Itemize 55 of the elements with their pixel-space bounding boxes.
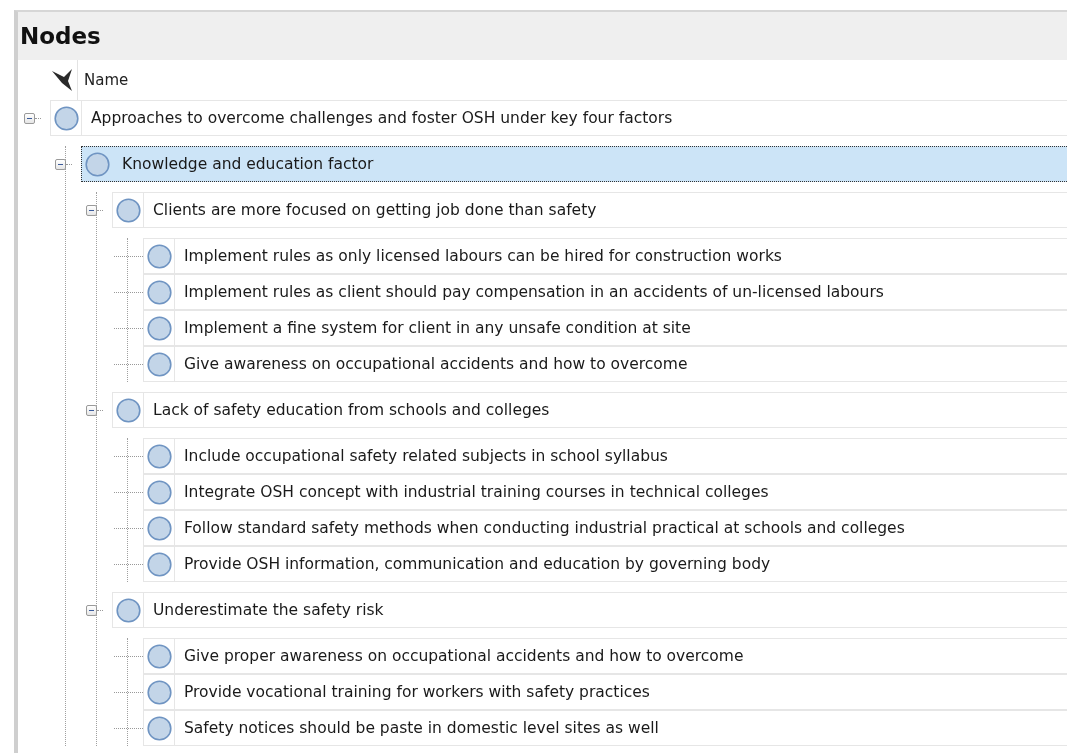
tree-row[interactable]: Follow standard safety methods when conducting industrial practical at schools and colleges xyxy=(143,510,1067,546)
tree-row[interactable]: Underestimate the safety risk xyxy=(112,592,1067,628)
node-label: Implement a fine system for client in any unsafe condition at site xyxy=(183,319,691,337)
node-icon xyxy=(146,515,172,541)
node-label: Integrate OSH concept with industrial training courses in technical colleges xyxy=(183,483,769,501)
tree-row[interactable]: Safety notices should be paste in domestic level sites as well xyxy=(143,710,1067,746)
node-icon xyxy=(115,597,141,623)
node-icon xyxy=(146,243,172,269)
node-label: Safety notices should be paste in domestic level sites as well xyxy=(183,719,659,737)
collapse-toggle[interactable] xyxy=(86,604,97,616)
node-icon xyxy=(53,105,79,131)
tree-row[interactable]: Implement rules as only licensed labours can be hired for construction works xyxy=(143,238,1067,274)
tree-row[interactable]: Approaches to overcome challenges and foster OSH under key four factors xyxy=(50,100,1067,136)
node-icon xyxy=(115,197,141,223)
node-label: Underestimate the safety risk xyxy=(152,601,384,619)
tree-row[interactable]: Include occupational safety related subjects in school syllabus xyxy=(143,438,1067,474)
node-icon xyxy=(146,479,172,505)
node-icon xyxy=(146,643,172,669)
tree-row[interactable]: Clients are more focused on getting job done than safety xyxy=(112,192,1067,228)
node-label: Implement rules as only licensed labours can be hired for construction works xyxy=(183,247,782,265)
node-icon xyxy=(146,315,172,341)
node-icon xyxy=(146,351,172,377)
node-label: Provide OSH information, communication and education by governing body xyxy=(183,555,771,573)
node-label: Follow standard safety methods when conducting industrial practical at schools and colleges xyxy=(183,519,905,537)
tree-row[interactable]: Give awareness on occupational accidents and how to overcome xyxy=(143,346,1067,382)
node-icon xyxy=(84,151,110,177)
node-label: Clients are more focused on getting job done than safety xyxy=(152,201,597,219)
collapse-toggle[interactable] xyxy=(55,158,66,170)
tree-row[interactable]: Lack of safety education from schools and colleges xyxy=(112,392,1067,428)
panel-title: Nodes xyxy=(20,23,101,49)
node-label: Lack of safety education from schools and colleges xyxy=(152,401,550,419)
collapse-toggle[interactable] xyxy=(86,204,97,216)
node-label: Knowledge and education factor xyxy=(121,155,374,173)
node-label: Approaches to overcome challenges and foster OSH under key four factors xyxy=(90,109,673,127)
node-label: Include occupational safety related subjects in school syllabus xyxy=(183,447,668,465)
tree-row[interactable]: Implement a fine system for client in any unsafe condition at site xyxy=(143,310,1067,346)
node-icon xyxy=(146,443,172,469)
node-label: Give proper awareness on occupational accidents and how to overcome xyxy=(183,647,744,665)
column-header[interactable]: Name xyxy=(84,71,129,89)
tree-row[interactable]: Integrate OSH concept with industrial training courses in technical colleges xyxy=(143,474,1067,510)
node-label: Implement rules as client should pay compensation in an accidents of un-licensed labours xyxy=(183,283,884,301)
collapse-toggle[interactable] xyxy=(86,404,97,416)
tree-row[interactable]: Provide vocational training for workers with safety practices xyxy=(143,674,1067,710)
node-icon xyxy=(146,679,172,705)
node-icon xyxy=(115,397,141,423)
tree-row[interactable]: Knowledge and education factor xyxy=(81,146,1067,182)
collapse-toggle[interactable] xyxy=(24,112,35,124)
node-label: Provide vocational training for workers with safety practices xyxy=(183,683,650,701)
tree-row[interactable]: Implement rules as client should pay compensation in an accidents of un-licensed labours xyxy=(143,274,1067,310)
tree-row[interactable]: Provide OSH information, communication and education by governing body xyxy=(143,546,1067,582)
tree-row[interactable]: Give proper awareness on occupational accidents and how to overcome xyxy=(143,638,1067,674)
node-icon xyxy=(146,715,172,741)
node-icon xyxy=(146,551,172,577)
node-icon xyxy=(146,279,172,305)
node-label: Give awareness on occupational accidents and how to overcome xyxy=(183,355,688,373)
